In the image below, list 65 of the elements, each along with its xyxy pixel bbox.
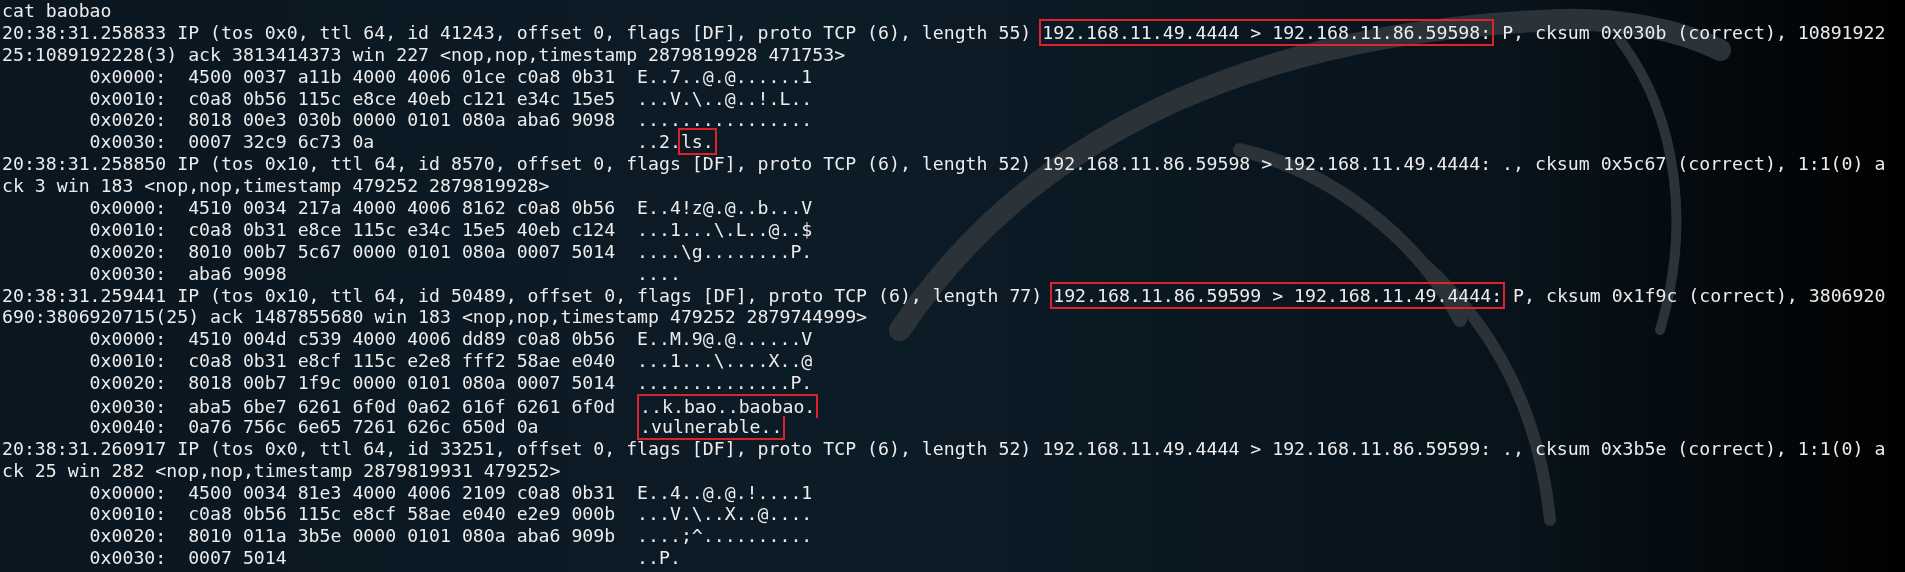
hex-offset: 0x0040: <box>89 415 167 437</box>
ascii-text: ..2. <box>637 131 681 153</box>
ascii-text: ................ <box>637 109 813 131</box>
highlighted-text: .vulnerable.. <box>637 415 786 440</box>
ascii-text: ...1...\....X..@ <box>637 350 813 372</box>
hex-bytes: aba5 6be7 6261 6f0d 0a62 616f 6261 6f0d <box>188 396 617 418</box>
ascii-text: ...V.\..X..@.... <box>637 503 813 525</box>
hex-offset: 0x0020: <box>89 240 167 262</box>
ascii-text: ....\g........P. <box>637 240 813 262</box>
terminal-text: 25:1089192228(3) ack 3813414373 win 227 <nop,nop,timestamp 2879819928 471753> <box>2 43 846 65</box>
ascii-text: E..M.9@.@......V <box>637 328 813 350</box>
ascii-text: ..P. <box>637 547 681 569</box>
hex-bytes: 0007 5014 <box>188 547 288 570</box>
hex-offset: 0x0030: <box>89 547 167 569</box>
highlighted-text: ls. <box>680 131 714 153</box>
ascii-text: ...1...\.L..@..$ <box>637 218 813 240</box>
hex-bytes: 8018 00b7 1f9c 0000 0101 080a 0007 5014 <box>188 372 617 395</box>
hex-bytes: 4510 0034 217a 4000 4006 8162 c0a8 0b56 <box>188 197 617 219</box>
hex-offset: 0x0020: <box>89 109 167 131</box>
ascii-text: E..4!z@.@..b...V <box>637 197 813 218</box>
hex-offset: 0x0030: <box>89 396 167 418</box>
hex-bytes: 0a76 756c 6e65 7261 626c 650d 0a <box>188 415 540 438</box>
highlighted-text: 192.168.11.86.59599 > 192.168.11.49.4444: <box>1053 284 1503 306</box>
hex-offset: 0x0010: <box>89 87 167 109</box>
hex-offset: 0x0000: <box>89 65 167 87</box>
hex-bytes: c0a8 0b31 e8ce 115c e34c 15e5 40eb c124 <box>188 218 617 241</box>
hex-offset: 0x0010: <box>89 218 167 240</box>
hex-bytes: c0a8 0b56 115c e8cf 58ae e040 e2e9 000b <box>188 503 617 526</box>
hex-offset: 0x0010: <box>89 503 167 525</box>
ascii-text: ..............P. <box>637 372 813 394</box>
ascii-text: ....;^.......... <box>637 525 813 547</box>
hex-offset: 0x0020: <box>89 525 167 547</box>
highlighted-text: 192.168.11.49.4444 > 192.168.11.86.59598: <box>1042 21 1492 43</box>
ascii-text: E..7..@.@......1 <box>637 65 813 87</box>
terminal-text: 690:3806920715(25) ack 1487855680 win 183 <nop,nop,timestamp 479252 2879744999> <box>2 306 868 328</box>
terminal-text: ck 3 win 183 <nop,nop,timestamp 479252 2879819928> <box>2 175 550 197</box>
hex-bytes: aba6 9098 <box>188 262 288 285</box>
highlighted-text: ..k.bao..baobao. <box>637 394 819 418</box>
hex-bytes: 4500 0034 81e3 4000 4006 2109 c0a8 0b31 <box>188 481 617 504</box>
hex-bytes: 4500 0037 a11b 4000 4006 01ce c0a8 0b31 <box>188 65 617 88</box>
hex-offset: 0x0030: <box>89 131 167 153</box>
hex-offset: 0x0010: <box>89 350 167 372</box>
terminal-text: P, cksum 0x030b (correct), 10891922 <box>1501 21 1886 43</box>
hex-bytes: 0007 32c9 6c73 0a <box>188 131 376 154</box>
hex-offset: 0x0000: <box>89 328 167 350</box>
ascii-text: E..4..@.@.!....1 <box>637 481 813 503</box>
terminal-text: P, cksum 0x1f9c (correct), 3806920 <box>1512 284 1886 306</box>
ascii-text: ...V.\..@..!.L.. <box>637 87 813 109</box>
hex-offset: 0x0000: <box>89 481 167 503</box>
hex-offset: 0x0030: <box>89 262 167 284</box>
ascii-text: .... <box>637 262 681 284</box>
hex-offset: 0x0000: <box>89 197 167 218</box>
hex-bytes: 8010 00b7 5c67 0000 0101 080a 0007 5014 <box>188 240 617 263</box>
hex-bytes: 4510 004d c539 4000 4006 dd89 c0a8 0b56 <box>188 328 617 351</box>
terminal-text: cat baobao <box>2 0 112 21</box>
hex-bytes: 8010 011a 3b5e 0000 0101 080a aba6 909b <box>188 525 617 548</box>
terminal-text: 20:38:31.258850 IP (tos 0x10, ttl 64, id 8570, offset 0, flags [DF], proto TCP (6), length 52) 192.168.11.86.59598 > 192.168.11.49.4444: ., cksum 0x5c67 (correct), 1:1(0) a <box>2 153 1886 175</box>
terminal-text: 20:38:31.260917 IP (tos 0x0, ttl 64, id 33251, offset 0, flags [DF], proto TCP (6), length 52) 192.168.11.49.4444 > 192.168.11.86.59599: ., cksum 0x3b5e (correct), 1:1(0) a <box>2 437 1886 459</box>
terminal-text: ck 25 win 282 <nop,nop,timestamp 2879819931 479252> <box>2 459 561 481</box>
terminal-text: 20:38:31.259441 IP (tos 0x10, ttl 64, id 50489, offset 0, flags [DF], proto TCP (6), length 77) <box>2 284 1044 306</box>
hex-offset: 0x0020: <box>89 372 167 394</box>
hex-bytes: 8018 00e3 030b 0000 0101 080a aba6 9098 <box>188 109 617 132</box>
terminal-text: 20:38:31.258833 IP (tos 0x0, ttl 64, id 41243, offset 0, flags [DF], proto TCP (6), length 55) <box>2 21 1033 43</box>
hex-bytes: c0a8 0b31 e8cf 115c e2e8 fff2 58ae e040 <box>188 350 617 373</box>
hex-bytes: c0a8 0b56 115c e8ce 40eb c121 e34c 15e5 <box>188 87 617 110</box>
